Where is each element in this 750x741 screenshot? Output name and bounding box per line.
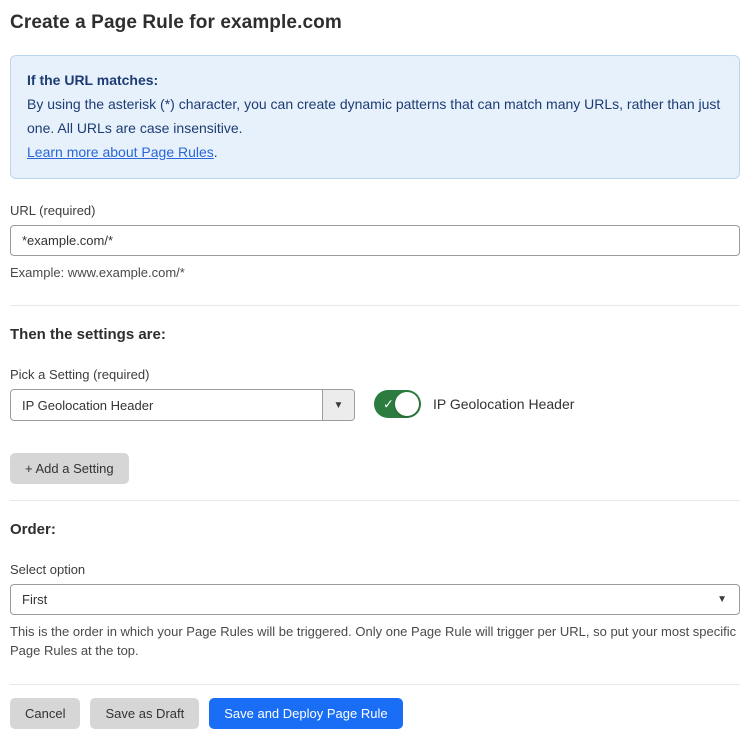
setting-select[interactable]: IP Geolocation Header ▼ — [10, 389, 355, 421]
toggle-knob — [395, 392, 419, 416]
check-icon: ✓ — [383, 398, 394, 411]
setting-picker-block: Pick a Setting (required) IP Geolocation… — [10, 367, 355, 421]
info-box-link-line: Learn more about Page Rules. — [27, 140, 723, 164]
add-setting-button[interactable]: + Add a Setting — [10, 453, 129, 484]
setting-row: Pick a Setting (required) IP Geolocation… — [10, 367, 740, 421]
setting-picker-label: Pick a Setting (required) — [10, 367, 355, 382]
cancel-button[interactable]: Cancel — [10, 698, 80, 729]
setting-select-arrow-button[interactable]: ▼ — [322, 390, 354, 420]
info-box-body: By using the asterisk (*) character, you… — [27, 92, 723, 140]
chevron-down-icon: ▼ — [334, 400, 344, 411]
order-help-text: This is the order in which your Page Rul… — [10, 622, 740, 660]
create-page-rule-form: Create a Page Rule for example.com If th… — [0, 0, 750, 741]
url-match-info-box: If the URL matches: By using the asteris… — [10, 55, 740, 179]
order-section-heading: Order: — [10, 521, 740, 538]
url-field-label: URL (required) — [10, 203, 740, 218]
toggle-label: IP Geolocation Header — [433, 396, 574, 412]
footer-buttons: Cancel Save as Draft Save and Deploy Pag… — [10, 698, 740, 729]
order-select-value: First — [11, 592, 717, 607]
url-example-text: Example: www.example.com/* — [10, 263, 740, 282]
divider — [10, 305, 740, 306]
info-box-heading: If the URL matches: — [27, 68, 723, 92]
order-select[interactable]: First ▼ — [10, 584, 740, 615]
divider — [10, 684, 740, 685]
save-and-deploy-button[interactable]: Save and Deploy Page Rule — [209, 698, 402, 729]
order-select-label: Select option — [10, 562, 740, 577]
settings-section-heading: Then the settings are: — [10, 326, 740, 343]
page-title: Create a Page Rule for example.com — [10, 12, 740, 34]
setting-select-value: IP Geolocation Header — [11, 398, 322, 413]
link-suffix: . — [214, 144, 218, 160]
geolocation-toggle-block: ✓ IP Geolocation Header — [374, 390, 574, 418]
ip-geolocation-toggle[interactable]: ✓ — [374, 390, 421, 418]
page-rules-learn-more-link[interactable]: Learn more about Page Rules — [27, 144, 214, 160]
save-as-draft-button[interactable]: Save as Draft — [90, 698, 199, 729]
url-input[interactable] — [10, 225, 740, 256]
chevron-down-icon: ▼ — [717, 594, 739, 605]
divider — [10, 500, 740, 501]
